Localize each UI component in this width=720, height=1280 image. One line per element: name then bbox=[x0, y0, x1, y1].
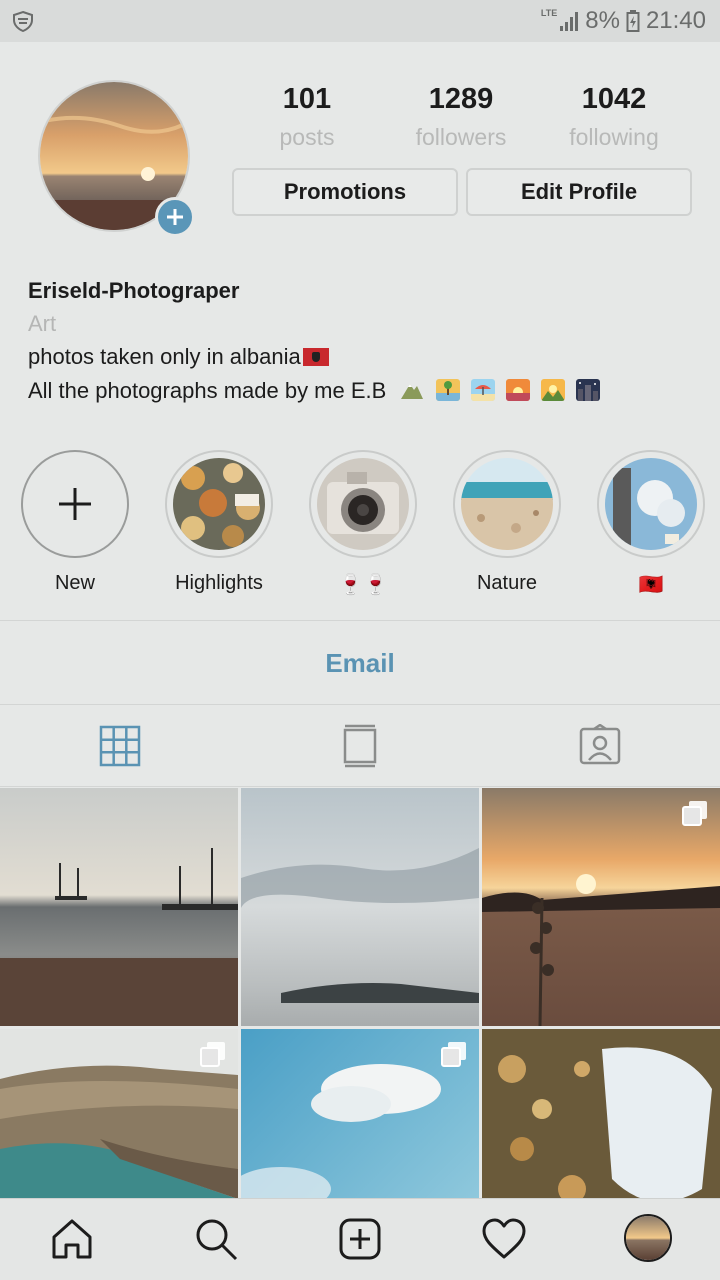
highlight-label: Nature bbox=[476, 572, 538, 594]
multiple-photos-icon bbox=[682, 801, 707, 826]
clock: 21:40 bbox=[645, 7, 706, 34]
divider bbox=[0, 786, 720, 787]
multiple-photos-icon bbox=[441, 1042, 466, 1067]
plus-icon bbox=[167, 209, 183, 225]
network-type-label: LTE bbox=[540, 8, 558, 18]
highlight-item[interactable]: Highlights bbox=[164, 450, 274, 595]
highlight-item[interactable]: 🍷🍷 bbox=[308, 450, 418, 597]
followers-count: 1289 bbox=[428, 83, 494, 115]
bio-line-1: photos taken only in albania bbox=[28, 340, 329, 374]
night-city-emoji bbox=[576, 379, 601, 401]
post-thumbnail[interactable] bbox=[0, 788, 238, 1026]
battery-percent: 8% bbox=[585, 7, 620, 34]
highlight-cover bbox=[453, 450, 561, 558]
post-thumbnail[interactable] bbox=[482, 788, 720, 1026]
add-post-icon[interactable] bbox=[336, 1215, 384, 1263]
stat-posts[interactable]: 101 posts bbox=[242, 80, 372, 156]
multiple-photos-icon bbox=[200, 1042, 225, 1067]
post-thumbnail[interactable] bbox=[482, 1029, 720, 1198]
following-label: following bbox=[569, 124, 659, 150]
stat-following[interactable]: 1042 following bbox=[549, 80, 679, 156]
highlight-item[interactable]: Nature bbox=[452, 450, 562, 595]
post-thumbnail[interactable] bbox=[0, 1029, 238, 1198]
add-story-button[interactable] bbox=[155, 197, 195, 237]
posts-grid bbox=[0, 788, 720, 1198]
highlight-label: 🍷🍷 bbox=[338, 574, 388, 596]
battery-charging-icon bbox=[626, 10, 640, 32]
search-icon[interactable] bbox=[192, 1215, 240, 1263]
mountain-emoji bbox=[401, 384, 424, 399]
sunset-emoji bbox=[505, 379, 530, 401]
divider bbox=[0, 620, 720, 621]
posts-count: 101 bbox=[282, 83, 332, 115]
followers-label: followers bbox=[415, 124, 507, 150]
signal-icon bbox=[560, 12, 579, 31]
plus-icon bbox=[59, 488, 91, 520]
beach-umbrella-emoji bbox=[470, 379, 495, 401]
highlight-label: Highlights bbox=[175, 572, 263, 594]
post-thumbnail[interactable] bbox=[241, 1029, 479, 1198]
highlight-cover bbox=[165, 450, 273, 558]
grid-icon[interactable] bbox=[98, 724, 142, 768]
albania-flag-emoji bbox=[302, 348, 329, 366]
highlight-cover bbox=[597, 450, 705, 558]
profile-tab-avatar[interactable] bbox=[624, 1214, 672, 1262]
desert-island-emoji bbox=[435, 379, 460, 401]
bio-line-2-text: All the photographs made by me E.B bbox=[28, 378, 387, 403]
following-count: 1042 bbox=[581, 83, 647, 115]
profile-name: Eriseld-Photograper bbox=[28, 278, 240, 303]
promotions-button[interactable]: Promotions bbox=[232, 168, 458, 216]
feed-icon[interactable] bbox=[338, 724, 382, 768]
status-bar: LTE 8% 21:40 bbox=[0, 0, 720, 42]
email-button[interactable]: Email bbox=[0, 640, 720, 686]
heart-icon[interactable] bbox=[480, 1215, 528, 1263]
highlight-label: 🇦🇱 bbox=[638, 574, 664, 596]
profile-category: Art bbox=[28, 311, 57, 336]
highlight-cover bbox=[309, 450, 417, 558]
highlight-item[interactable]: 🇦🇱 bbox=[596, 450, 706, 597]
bio-line-1-text: photos taken only in albania bbox=[28, 344, 301, 369]
divider bbox=[0, 704, 720, 705]
bio-line-2: All the photographs made by me E.B bbox=[28, 374, 601, 408]
post-thumbnail[interactable] bbox=[241, 788, 479, 1026]
posts-label: posts bbox=[279, 124, 335, 150]
stat-followers[interactable]: 1289 followers bbox=[396, 80, 526, 156]
edit-profile-button[interactable]: Edit Profile bbox=[466, 168, 692, 216]
shield-icon bbox=[13, 10, 33, 32]
highlight-label: New bbox=[54, 572, 95, 594]
sunrise-mountains-emoji bbox=[540, 379, 565, 401]
tagged-icon[interactable] bbox=[578, 724, 622, 768]
home-icon[interactable] bbox=[48, 1215, 96, 1263]
bottom-navigation bbox=[0, 1198, 720, 1280]
highlight-new[interactable]: New bbox=[20, 450, 130, 595]
new-highlight-circle bbox=[21, 450, 129, 558]
